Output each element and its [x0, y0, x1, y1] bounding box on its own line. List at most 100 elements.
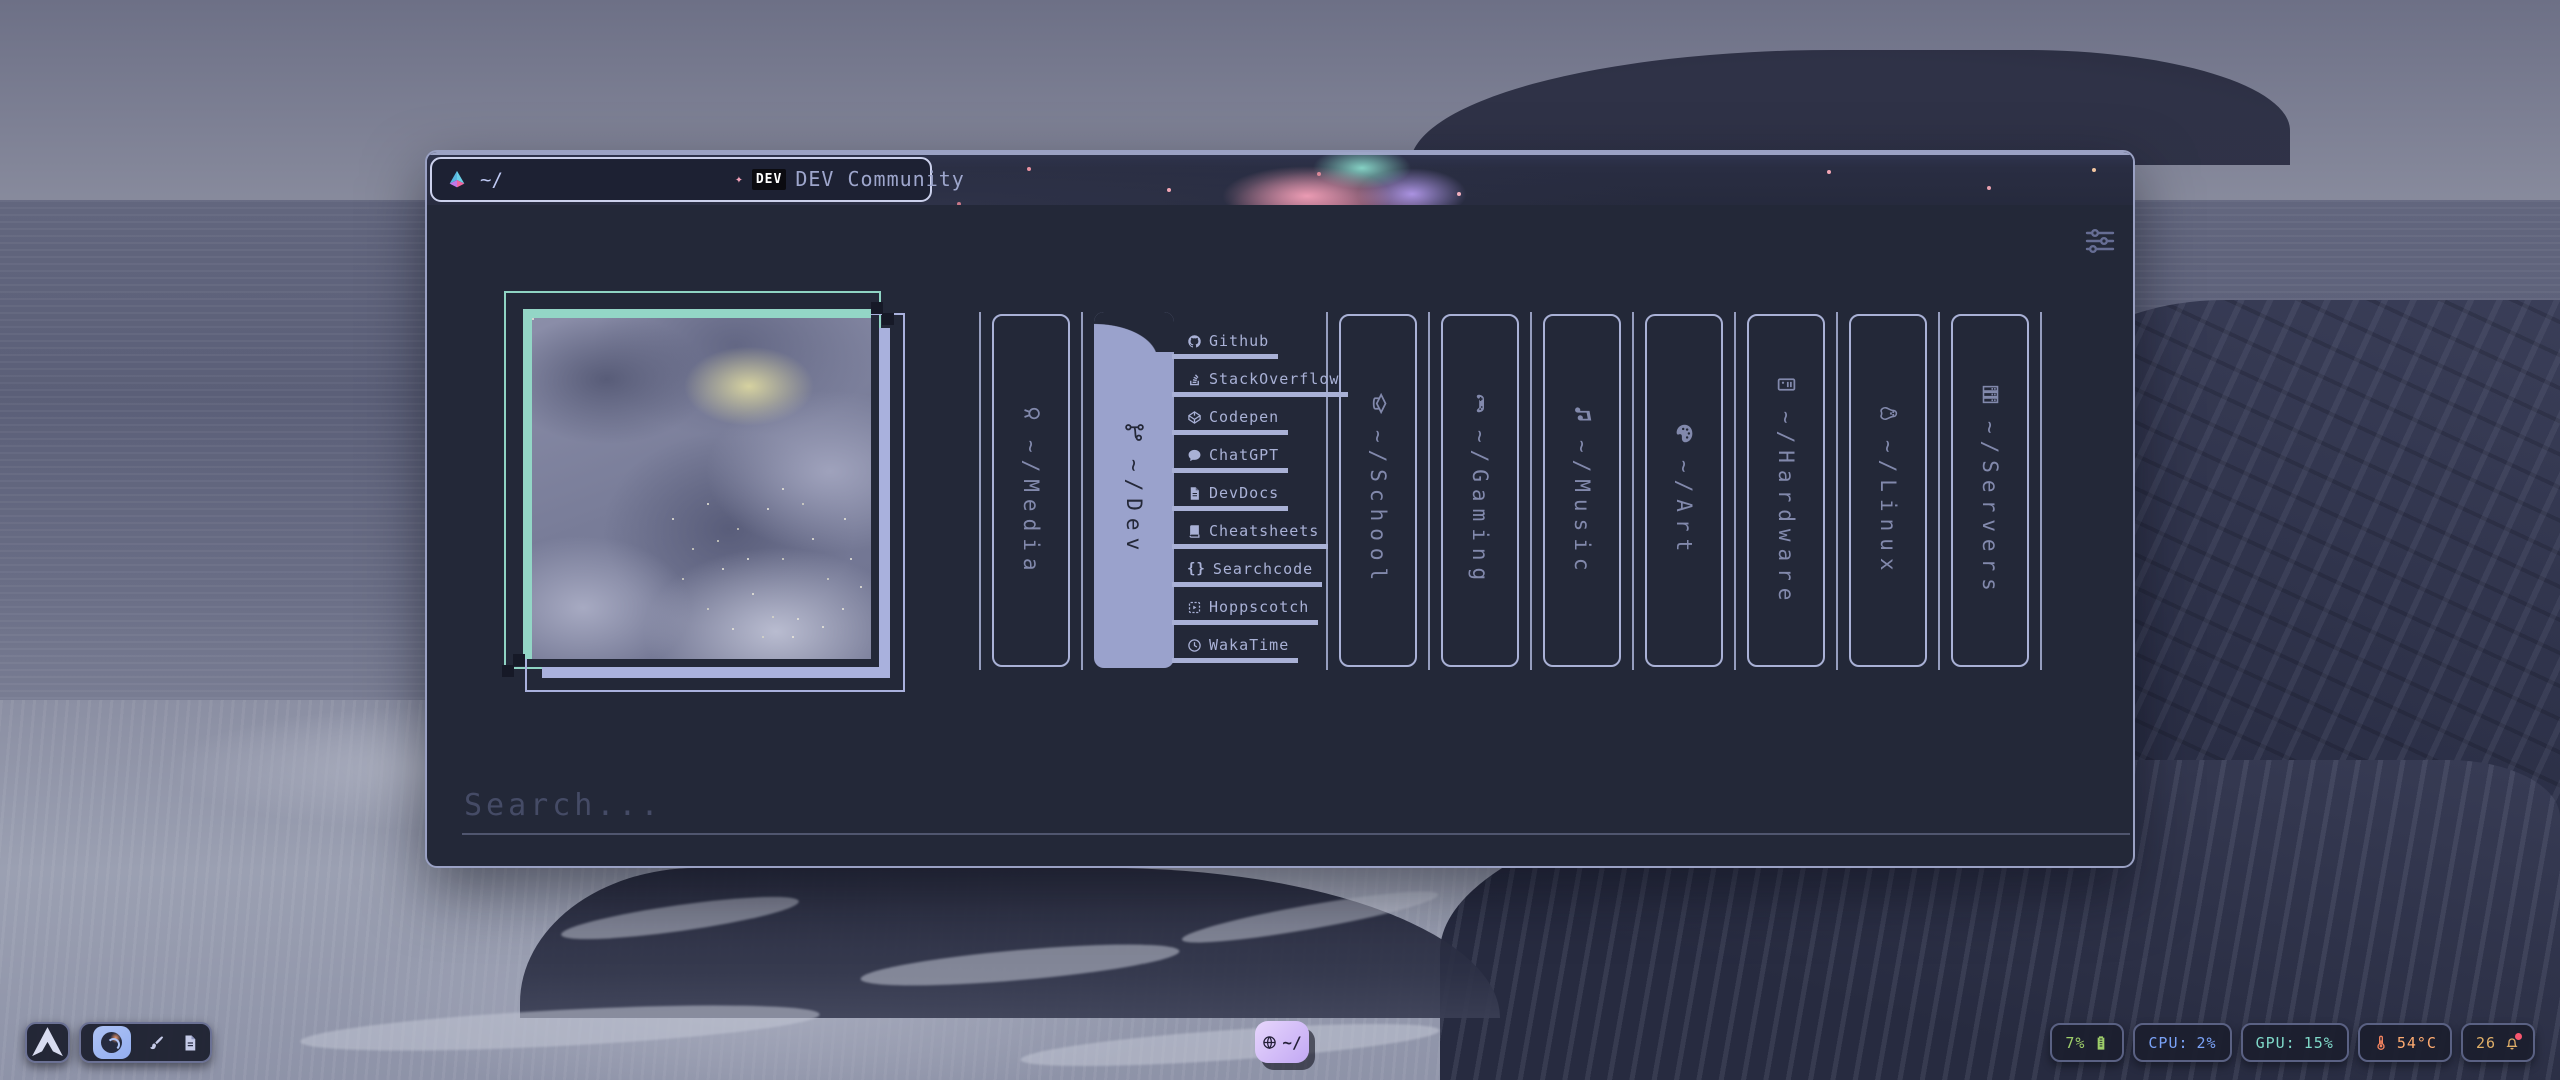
link-label: WakaTime — [1209, 636, 1289, 654]
corner-handle — [513, 654, 525, 666]
github-icon — [1187, 334, 1202, 349]
palette-icon — [1674, 423, 1695, 444]
search-input[interactable] — [462, 786, 2130, 835]
tab-gaming[interactable]: ~/Gaming — [1441, 314, 1519, 667]
thermometer-icon — [2373, 1035, 2389, 1051]
tab-label: ~/Servers — [1978, 421, 2002, 598]
music-note-icon — [1572, 403, 1593, 424]
arch-arrow-icon — [27, 1022, 68, 1063]
link-github[interactable]: Github — [1172, 332, 1278, 359]
browser-window: ✦ DEV DEV Community ~/Me — [425, 150, 2135, 868]
tab-label: ~/School — [1366, 430, 1390, 587]
shelf-divider — [1938, 312, 1940, 670]
cpu-label: CPU: — [2148, 1034, 2188, 1052]
temperature-widget[interactable]: 54°C — [2358, 1023, 2452, 1062]
cloud-artwork-image — [523, 309, 871, 659]
dev-links-list: Github StackOverflow Codepen ChatGPT — [1172, 332, 1348, 674]
gamepad-icon — [1470, 393, 1491, 414]
notification-dot — [2515, 1033, 2522, 1040]
search-bar — [462, 786, 2130, 835]
tab-label: ~/Art — [1672, 460, 1696, 558]
link-label: Hoppscotch — [1209, 598, 1309, 616]
link-devdocs[interactable]: DevDocs — [1172, 484, 1288, 511]
battery-percent: 7% — [2065, 1034, 2085, 1052]
tab-label: ~/Dev — [1122, 459, 1146, 557]
paint-brush-icon[interactable] — [147, 1034, 165, 1052]
tab-servers[interactable]: ~/Servers — [1951, 314, 2029, 667]
tab-dev-active[interactable]: ~/Dev — [1094, 312, 1174, 668]
featured-artwork-card[interactable] — [523, 309, 871, 659]
window-top-border — [427, 152, 2133, 155]
link-label: ChatGPT — [1209, 446, 1279, 464]
media-icon — [1021, 403, 1042, 424]
link-label: DevDocs — [1209, 484, 1279, 502]
taskbar-app-firefox-active[interactable] — [93, 1026, 131, 1059]
dev-favicon-badge: DEV — [752, 169, 786, 190]
link-chatgpt[interactable]: ChatGPT — [1172, 446, 1288, 473]
chat-bubble-icon — [1187, 448, 1202, 463]
stackoverflow-icon — [1187, 372, 1202, 387]
tab-school[interactable]: ~/School — [1339, 314, 1417, 667]
document-icon — [1187, 486, 1202, 501]
link-label: Searchcode — [1213, 560, 1313, 578]
link-hoppscotch[interactable]: Hoppscotch — [1172, 598, 1318, 625]
tab-linux[interactable]: ~/Linux — [1849, 314, 1927, 667]
tab-label: ~/Linux — [1876, 440, 1900, 578]
link-codepen[interactable]: Codepen — [1172, 408, 1288, 435]
bookmark-shelf: ~/Media ~/Dev ~/Sc — [979, 312, 2042, 670]
codepen-icon — [1187, 410, 1202, 425]
bell-icon — [2504, 1035, 2520, 1051]
taskbar-apps — [79, 1022, 212, 1063]
gpu-label: GPU: — [2256, 1034, 2296, 1052]
tab-art[interactable]: ~/Art — [1645, 314, 1723, 667]
link-label: Codepen — [1209, 408, 1279, 426]
git-branch-icon — [1124, 422, 1145, 443]
tab-music[interactable]: ~/Music — [1543, 314, 1621, 667]
firefox-icon — [101, 1032, 122, 1053]
app-launcher-button[interactable] — [25, 1022, 70, 1063]
system-tray: 7% CPU: 2% GPU: 15% 54°C 26 — [2050, 1023, 2535, 1062]
corner-handle — [882, 313, 894, 325]
notes-icon[interactable] — [181, 1034, 199, 1052]
shelf-divider — [1530, 312, 1532, 670]
clock-icon — [1187, 638, 1202, 653]
link-searchcode[interactable]: {} Searchcode — [1172, 560, 1322, 587]
notifications-widget[interactable]: 26 — [2461, 1023, 2535, 1062]
tab-media[interactable]: ~/Media — [992, 314, 1070, 667]
shelf-divider — [1836, 312, 1838, 670]
link-stackoverflow[interactable]: StackOverflow — [1172, 370, 1348, 397]
workspace-indicator[interactable]: ~/ — [1255, 1021, 1309, 1063]
tab-label: ~/Gaming — [1468, 430, 1492, 587]
page-title-area: ✦ DEV DEV Community — [735, 165, 965, 193]
link-label: Github — [1209, 332, 1269, 350]
book-icon — [1187, 524, 1202, 539]
pc-tower-icon — [1776, 374, 1797, 395]
shelf-divider — [1632, 312, 1634, 670]
shelf-divider — [1428, 312, 1430, 670]
gpu-widget[interactable]: GPU: 15% — [2241, 1023, 2349, 1062]
sparkle-icon: ✦ — [735, 173, 743, 186]
hoppscotch-icon — [1187, 600, 1202, 615]
link-wakatime[interactable]: WakaTime — [1172, 636, 1298, 663]
shelf-divider — [1081, 312, 1083, 670]
shelf-divider — [1734, 312, 1736, 670]
tab-label: ~/Media — [1019, 440, 1043, 578]
graduation-cap-icon — [1368, 393, 1389, 414]
browser-logo-icon — [446, 169, 468, 191]
cpu-value: 2% — [2197, 1034, 2217, 1052]
battery-widget[interactable]: 7% — [2050, 1023, 2124, 1062]
battery-icon — [2093, 1035, 2109, 1051]
corner-handle — [502, 665, 514, 677]
link-cheatsheets[interactable]: Cheatsheets — [1172, 522, 1328, 549]
tab-hardware[interactable]: ~/Hardware — [1747, 314, 1825, 667]
temperature-value: 54°C — [2397, 1034, 2437, 1052]
server-rack-icon — [1980, 384, 2001, 405]
notification-count: 26 — [2476, 1034, 2496, 1052]
settings-sliders-icon[interactable] — [2085, 228, 2115, 258]
gpu-value: 15% — [2304, 1034, 2334, 1052]
shelf-divider — [979, 312, 981, 670]
workspace-label: ~/ — [1282, 1033, 1301, 1052]
tux-icon — [1878, 403, 1899, 424]
cpu-widget[interactable]: CPU: 2% — [2133, 1023, 2231, 1062]
globe-icon — [1262, 1035, 1277, 1050]
